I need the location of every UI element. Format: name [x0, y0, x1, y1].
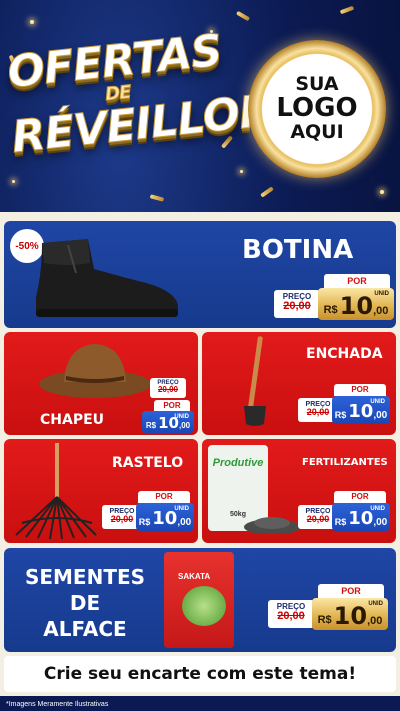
hat-icon — [39, 344, 151, 398]
sparkle-decoration — [240, 170, 243, 173]
hoe-icon — [244, 336, 266, 426]
unit-label: UNID — [368, 601, 383, 607]
price-integer: 10 — [339, 292, 374, 320]
price-decimal: ,00 — [367, 615, 383, 627]
por-label: POR — [334, 491, 386, 503]
offers-panel: -50% BOTINA POR PREÇO 20,00 UNID R$ 10 ,… — [0, 212, 400, 711]
logo-placeholder-badge: SUA LOGO AQUI — [248, 40, 386, 178]
por-label: POR — [318, 584, 384, 598]
old-price-box: PREÇO 20,00 — [274, 290, 320, 318]
current-price: UNID R$ 10 ,00 — [318, 288, 394, 320]
price-decimal: ,00 — [373, 305, 389, 317]
confetti-decoration — [339, 5, 355, 15]
product-name: FERTILIZANTES — [302, 457, 388, 468]
old-price-box: PREÇO 20,00 — [150, 378, 186, 398]
logo-text-line-2: LOGO — [276, 93, 358, 124]
currency-symbol: R$ — [145, 421, 157, 430]
price-block: POR PREÇO 20,00 UNID R$ 10 ,00 — [274, 274, 394, 322]
price-block: POR PREÇO 20,00 UNID R$ 10 ,00 — [298, 491, 390, 533]
old-price-box: PREÇO 20,00 — [268, 600, 314, 628]
product-name-line-3: ALFACE — [43, 617, 127, 641]
confetti-decoration — [260, 186, 274, 198]
currency-symbol: R$ — [138, 517, 151, 527]
header-banner: OFERTAS DE RÉVEILLON SUA LOGO AQUI — [0, 0, 400, 212]
price-decimal: ,00 — [373, 410, 388, 421]
seed-packet-image: SAKATA — [164, 552, 234, 648]
rake-icon — [15, 443, 97, 539]
product-card-fertilizantes: Produtive 50kg FERTILIZANTES POR PREÇO 2… — [202, 439, 396, 543]
old-price: 20,00 — [277, 610, 305, 622]
currency-symbol: R$ — [317, 614, 332, 626]
product-name-line-1: SEMENTES — [24, 565, 146, 589]
product-name: BOTINA — [242, 235, 354, 265]
sparkle-decoration — [380, 190, 384, 194]
currency-symbol: R$ — [334, 517, 347, 527]
por-label: POR — [138, 491, 190, 503]
price-block: POR PREÇO 20,00 UNID R$ 10 ,00 — [102, 491, 194, 533]
price-block: POR PREÇO 20,00 UNID R$ 10 ,00 — [298, 384, 390, 426]
product-card-botina: -50% BOTINA POR PREÇO 20,00 UNID R$ 10 ,… — [4, 221, 396, 328]
unit-label: UNID — [374, 291, 389, 297]
granules-pile-icon — [244, 517, 300, 533]
unit-label: UNID — [370, 506, 385, 512]
price-integer: 10 — [333, 602, 368, 630]
product-name: CHAPEU — [40, 412, 105, 428]
boot-icon — [36, 239, 178, 317]
current-price: UNID R$ 10 ,00 — [136, 503, 194, 531]
price-decimal: ,00 — [373, 517, 388, 528]
por-label: POR — [334, 384, 386, 396]
old-price: 20,00 — [157, 385, 179, 394]
cta-banner[interactable]: Crie seu encarte com este tema! — [4, 656, 396, 692]
sparkle-decoration — [12, 180, 15, 183]
current-price: UNID R$ 10 ,00 — [332, 503, 390, 531]
currency-symbol: R$ — [323, 304, 338, 316]
price-decimal: ,00 — [177, 517, 192, 528]
price-block: POR PREÇO 20,00 UNID R$ 10 ,00 — [268, 584, 388, 632]
price-decimal: ,00 — [178, 421, 191, 430]
unit-label: UNID — [174, 506, 189, 512]
product-card-chapeu: CHAPEU PREÇO 20,00 POR UNID R$ 10 ,00 — [4, 332, 198, 435]
current-price: UNID R$ 10 ,00 — [142, 411, 194, 433]
unit-label: UNID — [174, 414, 189, 420]
product-card-enchada: ENCHADA POR PREÇO 20,00 UNID R$ 10 ,00 — [202, 332, 396, 435]
price-block: PREÇO 20,00 POR UNID R$ 10 ,00 — [142, 378, 194, 433]
confetti-decoration — [149, 194, 165, 202]
product-name-line-2: DE — [69, 591, 101, 615]
product-name: SEMENTES DE ALFACE — [10, 564, 160, 642]
product-name: ENCHADA — [306, 346, 383, 362]
currency-symbol: R$ — [334, 410, 347, 420]
confetti-decoration — [235, 10, 251, 22]
product-card-rastelo: RASTELO POR PREÇO 20,00 UNID R$ 10 ,00 — [4, 439, 198, 543]
current-price: UNID R$ 10 ,00 — [332, 396, 390, 424]
product-name: RASTELO — [112, 455, 184, 471]
current-price: UNID R$ 10 ,00 — [312, 598, 388, 630]
unit-label: UNID — [370, 399, 385, 405]
promo-title: OFERTAS DE RÉVEILLON — [3, 25, 278, 164]
bag-brand: Produtive — [212, 457, 264, 469]
logo-text-line-3: AQUI — [290, 120, 344, 143]
logo-text-line-1: SUA — [295, 73, 339, 96]
por-label: POR — [324, 274, 390, 288]
footnote: *Imagens Meramente Ilustrativas — [6, 701, 109, 708]
sparkle-decoration — [30, 20, 34, 24]
old-price: 20,00 — [283, 300, 311, 312]
product-card-sementes: SEMENTES DE ALFACE SAKATA POR PREÇO 20,0… — [4, 548, 396, 652]
packet-brand: SAKATA — [178, 572, 211, 581]
